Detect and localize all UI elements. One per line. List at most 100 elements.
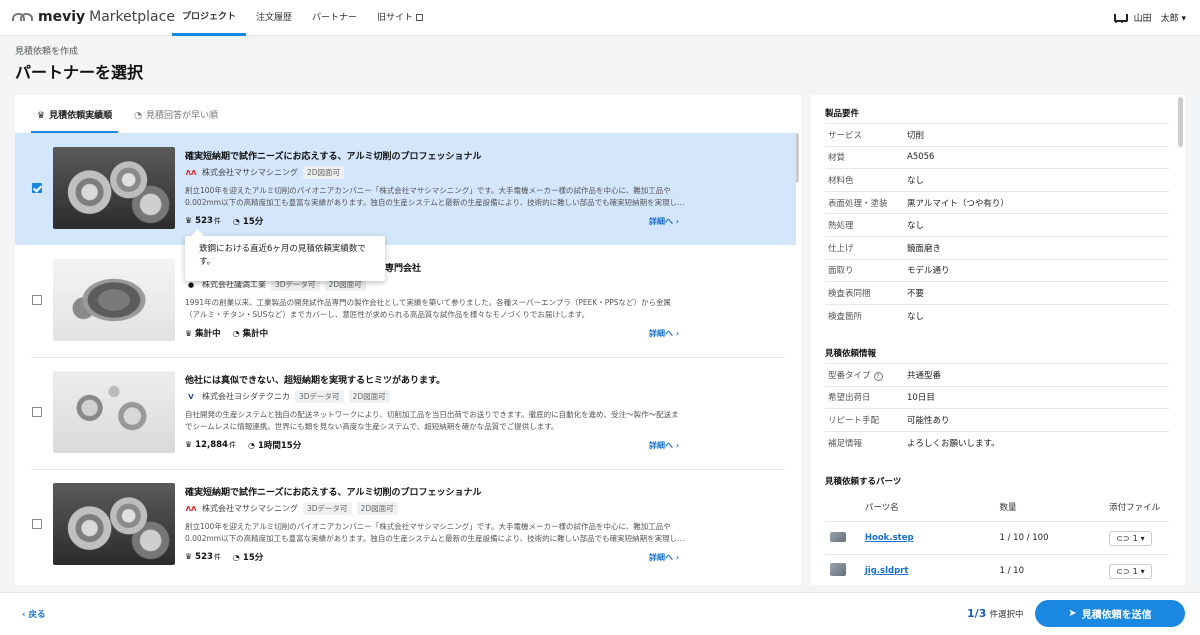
table-row: 材料色 なし xyxy=(825,168,1169,191)
nav-order-history[interactable]: 注文履歴 xyxy=(246,0,302,36)
partner-card[interactable]: 確実短納期で試作ニーズにお応えする、アルミ切削のプロフェッショナル ΛΛ 株式会… xyxy=(15,133,796,245)
part-name-link[interactable]: jig.sldprt xyxy=(865,566,909,576)
tab-by-request-count[interactable]: ♛ 見積依頼実績順 xyxy=(31,95,119,133)
details-link[interactable]: 詳細へ › xyxy=(649,216,679,227)
details-link-label: 詳細へ xyxy=(649,329,673,338)
row-value: 切削 xyxy=(907,130,925,141)
tooltip: 鉄鋼における直近6ヶ月の見積依頼実績数です。 xyxy=(185,236,385,281)
partner-checkbox[interactable] xyxy=(32,519,42,529)
logo-bold-text: meviy xyxy=(38,9,86,25)
partner-meta: V 株式会社ヨシダテクニカ 3Dデータ可 2D図面可 xyxy=(185,390,390,403)
table-row: Hook.step 1 / 10 / 100 ⊂⊃ 1 ▾ xyxy=(825,522,1169,555)
part-quantity: 1 / 10 xyxy=(999,566,1025,576)
trophy-icon: ♛ xyxy=(37,111,46,121)
selected-suffix: 件選択中 xyxy=(989,610,1024,620)
table-row: 仕上げ 鏡面磨き xyxy=(825,235,1169,259)
table-row: 補足情報 よろしくお願いします。 xyxy=(825,430,1169,454)
details-link-label: 詳細へ xyxy=(649,217,673,226)
user-menu[interactable]: 山田 太郎 ▾ xyxy=(1134,11,1186,24)
part-model-icon xyxy=(830,563,846,576)
request-count: ♛ 523件 xyxy=(185,216,221,226)
row-key: 材質 xyxy=(828,153,846,164)
part-name-link[interactable]: Hook.step xyxy=(865,533,914,543)
speed-icon: ◔ xyxy=(247,441,255,450)
section-heading: 製品要件 xyxy=(825,109,860,119)
trophy-icon: ♛ xyxy=(185,216,193,225)
row-value: モデル通り xyxy=(907,266,950,277)
company-logo-icon: ΛΛ xyxy=(185,504,197,513)
user-area: 山田 太郎 ▾ xyxy=(1112,11,1186,24)
partner-title: 確実短納期で試作ニーズにお応えする、アルミ切削のプロフェッショナル xyxy=(185,152,482,162)
table-row: 検査表同梱 不要 xyxy=(825,281,1169,304)
nav-old-site[interactable]: 旧サイト xyxy=(367,0,433,36)
details-link[interactable]: 詳細へ › xyxy=(649,440,679,451)
partner-image xyxy=(53,483,175,565)
trophy-icon: ♛ xyxy=(185,440,193,449)
attachment-dropdown[interactable]: ⊂⊃ 1 ▾ xyxy=(1109,530,1152,546)
cart-icon[interactable] xyxy=(1112,12,1128,24)
row-value: 不要 xyxy=(907,288,925,299)
brand-logo[interactable]: meviy Marketplace xyxy=(12,9,175,25)
scrollbar[interactable] xyxy=(1178,97,1183,147)
details-link[interactable]: 詳細へ › xyxy=(649,328,679,339)
request-count-unit: 件 xyxy=(213,553,221,561)
partner-card[interactable]: 専門会社 ● 株式会社議満工業 3Dデータ可 2D図面可 1991年の創業以来、… xyxy=(15,245,796,357)
partner-checkbox[interactable] xyxy=(32,295,42,305)
back-button[interactable]: ‹ 戻る xyxy=(22,608,46,620)
nav-partners[interactable]: パートナー xyxy=(302,0,367,36)
row-key: 希望出荷日 xyxy=(828,393,871,404)
row-key: 仕上げ xyxy=(828,243,854,254)
submit-label: 見積依頼を送信 xyxy=(1081,610,1152,621)
partner-image xyxy=(53,147,175,229)
partner-card[interactable]: 他社には真似できない、超短納期を実現するヒミツがあります。 V 株式会社ヨシダテ… xyxy=(15,357,796,469)
link-icon: ⊂⊃ xyxy=(1116,566,1130,576)
request-count-unit: 件 xyxy=(228,441,236,449)
part-thumb-cell xyxy=(825,563,865,579)
column-header: 添付ファイル xyxy=(1109,502,1161,513)
row-value: なし xyxy=(907,175,925,186)
chevron-down-icon: ▾ xyxy=(1140,566,1145,576)
attachment-dropdown[interactable]: ⊂⊃ 1 ▾ xyxy=(1109,563,1152,579)
tab-label: 見積依頼実績順 xyxy=(49,111,113,121)
tab-by-response-speed[interactable]: ◔ 見積回答が早い順 xyxy=(128,95,224,133)
nav-projects[interactable]: プロジェクト xyxy=(172,0,247,36)
request-count-value: 12,884 xyxy=(195,440,228,450)
row-key: 補足情報 xyxy=(828,438,863,449)
breadcrumb: 見積依頼を作成 xyxy=(15,47,79,57)
partner-stats: ♛ 523件 ◔ 15分 xyxy=(185,551,263,563)
logo-text: Marketplace xyxy=(89,9,175,25)
selection-count: 1/3 件選択中 xyxy=(967,607,1024,620)
capability-badge: 2D図面可 xyxy=(356,502,398,515)
row-value: 10日目 xyxy=(907,393,935,404)
request-count: ♛ 12,884件 xyxy=(185,440,236,450)
row-key: 検査箇所 xyxy=(828,311,863,322)
partner-checkbox[interactable] xyxy=(32,407,42,417)
partner-meta: ΛΛ 株式会社マサシマシニング 3Dデータ可 2D図面可 xyxy=(185,502,398,515)
partner-title: 専門会社 xyxy=(385,264,422,274)
response-time-value: 15分 xyxy=(242,553,264,563)
sort-tabs: ♛ 見積依頼実績順 ◔ 見積回答が早い順 xyxy=(31,95,224,133)
attachment-count: 1 xyxy=(1132,566,1138,576)
row-value: よろしくお願いします。 xyxy=(907,438,1000,449)
details-link[interactable]: 詳細へ › xyxy=(649,552,679,563)
partner-card[interactable]: 確実短納期で試作ニーズにお応えする、アルミ切削のプロフェッショナル ΛΛ 株式会… xyxy=(15,469,796,581)
partner-meta: ΛΛ 株式会社マサシマシニング 2D図面可 xyxy=(185,166,345,179)
row-key-label: 型番タイプ xyxy=(828,370,871,381)
partner-checkbox[interactable] xyxy=(32,183,42,193)
submit-quote-button[interactable]: ➤ 見積依頼を送信 xyxy=(1035,600,1185,627)
row-value: 共通型番 xyxy=(907,370,942,381)
footer-bar: ‹ 戻る 1/3 件選択中 ➤ 見積依頼を送信 xyxy=(0,592,1200,635)
request-count-value: 523 xyxy=(195,552,213,562)
partner-description: 創立100年を迎えたアルミ切削のパイオニアカンパニー「株式会社マサシマシニング」… xyxy=(185,522,685,543)
chevron-right-icon: › xyxy=(675,553,680,562)
page-title: パートナーを選択 xyxy=(15,63,144,82)
table-row: 希望出荷日 10日目 xyxy=(825,385,1169,409)
nav-old-site-label: 旧サイト xyxy=(377,13,414,23)
row-value: 可能性あり xyxy=(907,415,950,426)
help-icon[interactable]: ? xyxy=(873,371,883,381)
summary-panel: 製品要件 サービス 切削 材質 A5056 材料色 なし 表面処理・塗装 黒アルマイト（… xyxy=(811,95,1185,585)
table-row: 面取り モデル通り xyxy=(825,258,1169,282)
row-key: 表面処理・塗装 xyxy=(828,198,888,209)
row-key: 熱処理 xyxy=(828,221,854,232)
company-logo-icon: ● xyxy=(187,280,195,289)
